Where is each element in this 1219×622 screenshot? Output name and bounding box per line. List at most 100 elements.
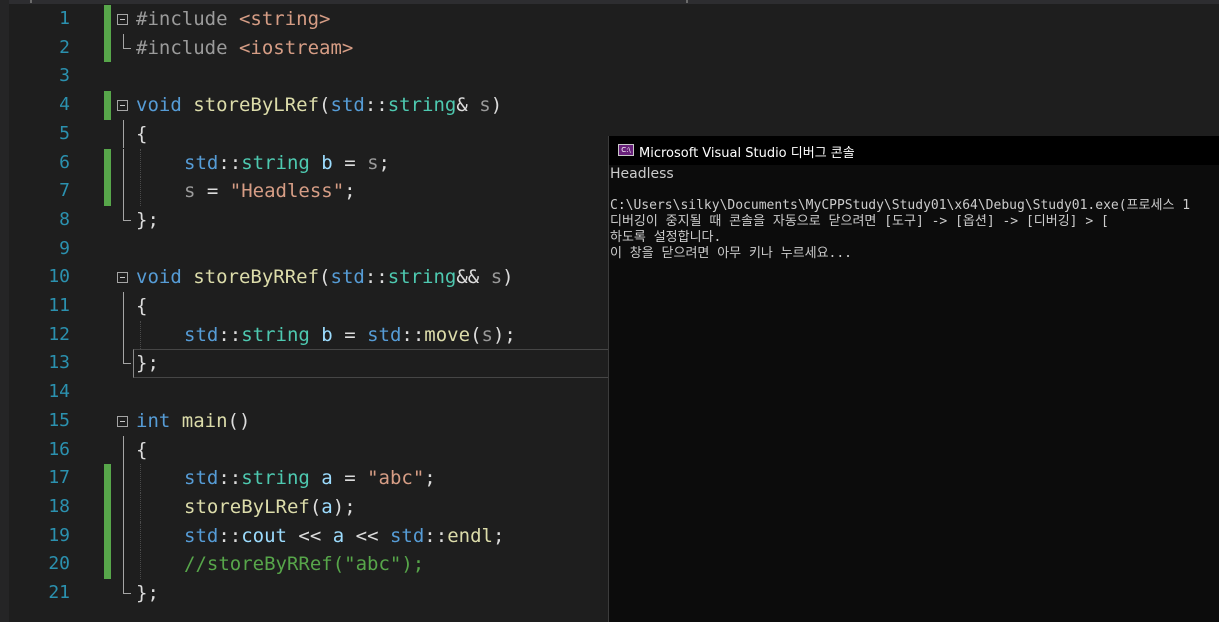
code-token: { <box>136 438 148 461</box>
code-token: { <box>136 295 148 317</box>
line-number: 16 <box>48 438 70 460</box>
code-token: "Headless" <box>229 180 345 203</box>
code-token: endl <box>447 524 493 547</box>
fold-toggle-icon[interactable] <box>117 272 128 284</box>
code-token: s <box>479 94 491 117</box>
code-token: << <box>286 524 333 547</box>
debug-console-window[interactable]: C:\ Microsoft Visual Studio 디버그 콘솔 Headl… <box>608 136 1219 622</box>
code-token: std <box>330 94 365 117</box>
code-text[interactable]: { <box>136 120 147 149</box>
code-token: ; <box>424 467 436 490</box>
line-number: 9 <box>59 237 70 259</box>
fold-region-line <box>123 464 124 493</box>
code-token: ) <box>490 94 503 117</box>
line-number: 15 <box>48 409 70 431</box>
change-marker <box>104 521 111 551</box>
indent-guide <box>140 320 141 350</box>
code-text[interactable]: }; <box>136 349 159 378</box>
code-token: std <box>184 467 219 490</box>
code-token: () <box>227 409 251 432</box>
code-token: :: <box>364 266 388 289</box>
code-line[interactable]: 2 #include <iostream> <box>0 33 1219 63</box>
code-token: }; <box>136 582 159 604</box>
code-text[interactable]: s = "Headless"; <box>184 177 356 206</box>
fold-region-end <box>123 33 131 49</box>
fold-region-line <box>123 292 124 321</box>
code-text[interactable]: { <box>136 292 147 321</box>
code-line[interactable]: 1 #include <string> <box>0 5 1219 34</box>
code-token: :: <box>218 524 242 547</box>
code-token: b <box>321 323 333 346</box>
fold-toggle-icon[interactable] <box>117 415 128 427</box>
code-text[interactable]: void storeByRRef(std::string&& s) <box>136 263 514 292</box>
code-token: ; <box>378 151 390 174</box>
indent-guide <box>140 464 141 493</box>
code-text[interactable]: //storeByRRef("abc"); <box>184 550 424 579</box>
code-text[interactable]: void storeByLRef(std::string& s) <box>136 91 502 120</box>
code-text[interactable]: std::string b = s; <box>184 149 390 178</box>
code-token: string <box>387 266 457 289</box>
fold-toggle-icon[interactable] <box>117 14 128 25</box>
code-token: #include <box>136 8 239 30</box>
line-number: 5 <box>59 122 70 144</box>
code-token: b <box>321 151 333 174</box>
change-marker <box>104 492 111 522</box>
code-token: s <box>184 180 196 203</box>
code-token: }; <box>136 352 159 375</box>
code-token: int <box>136 409 182 432</box>
code-text[interactable]: std::string b = std::move(s); <box>184 321 516 350</box>
code-token: #include <box>136 36 239 59</box>
code-token: :: <box>424 524 448 547</box>
code-text[interactable]: }; <box>136 206 159 235</box>
code-token: string <box>241 323 322 346</box>
code-text[interactable]: #include <string> <box>136 5 330 34</box>
change-marker <box>104 5 111 34</box>
code-text[interactable]: { <box>136 436 147 465</box>
code-text[interactable]: int main() <box>136 407 250 436</box>
code-token: s <box>481 323 493 346</box>
code-token: std <box>184 151 219 174</box>
line-number: 21 <box>48 582 70 603</box>
code-text[interactable]: std::cout << a << std::endl; <box>184 522 504 551</box>
fold-toggle-icon[interactable] <box>117 100 128 112</box>
line-number: 8 <box>59 208 70 230</box>
code-token: move <box>424 323 471 346</box>
code-line[interactable]: 4 void storeByLRef(std::string& s) <box>0 91 1219 120</box>
code-token: ( <box>319 94 331 117</box>
console-output-line: Headless <box>610 166 674 182</box>
code-token: }; <box>136 208 159 231</box>
code-token: //storeByRRef("abc"); <box>184 553 425 576</box>
indent-guide <box>140 550 141 579</box>
code-token: void <box>136 266 194 289</box>
fold-region-end <box>123 579 131 594</box>
code-text[interactable]: storeByLRef(a); <box>184 493 356 522</box>
code-token: string <box>241 151 322 174</box>
code-token: std <box>330 266 365 289</box>
change-marker <box>104 177 111 206</box>
fold-region-line <box>123 435 124 465</box>
code-text[interactable]: }; <box>136 579 159 608</box>
code-token: "abc" <box>367 467 425 490</box>
code-token: = <box>332 467 368 490</box>
code-token: :: <box>401 323 425 346</box>
line-number: 20 <box>48 553 70 575</box>
line-number: 4 <box>59 94 70 116</box>
code-token: main <box>181 409 228 432</box>
line-number: 3 <box>59 65 70 87</box>
code-token: { <box>136 122 148 145</box>
indent-guide <box>140 148 141 178</box>
code-token: std <box>389 524 425 547</box>
change-marker <box>104 33 111 63</box>
code-line[interactable]: 3 <box>0 62 1219 91</box>
code-token: storeByLRef <box>193 94 320 117</box>
code-token: ); <box>332 495 356 518</box>
code-token: <string> <box>238 8 331 30</box>
console-title-bar[interactable]: C:\ Microsoft Visual Studio 디버그 콘솔 <box>609 136 1219 165</box>
code-token: :: <box>218 323 242 346</box>
code-token: std <box>184 524 219 547</box>
code-text[interactable]: std::string a = "abc"; <box>184 464 436 493</box>
code-token: && <box>456 266 491 289</box>
code-text[interactable]: #include <iostream> <box>136 34 353 63</box>
fold-region-line <box>123 148 124 178</box>
line-number: 7 <box>59 180 70 202</box>
